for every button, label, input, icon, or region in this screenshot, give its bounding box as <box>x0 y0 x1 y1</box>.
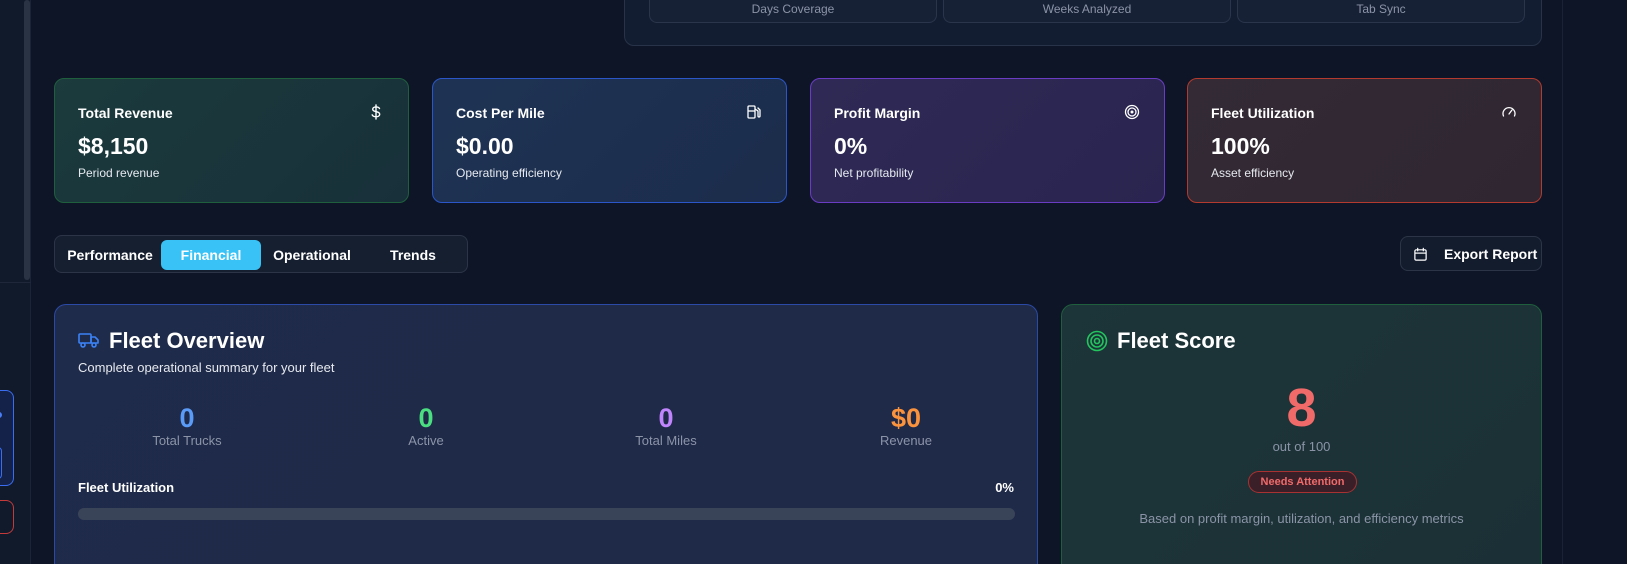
stat-total-miles: 0 Total Miles <box>546 401 786 448</box>
fleet-score-out-of: out of 100 <box>1272 439 1331 454</box>
kpi-value: 0% <box>834 133 868 159</box>
kpi-cost-per-mile: Cost Per Mile $0.00 Operating efficiency <box>432 78 787 203</box>
kpi-total-revenue: Total Revenue $8,150 Period revenue <box>54 78 409 203</box>
export-report-button[interactable]: Export Report <box>1400 236 1542 271</box>
stat-active: 0 Active <box>306 401 546 448</box>
fleet-score-title: Fleet Score <box>1117 328 1236 353</box>
stat-label: Active <box>408 433 444 448</box>
kpi-value: 100% <box>1211 133 1270 159</box>
calendar-icon <box>1414 247 1427 261</box>
stat-label: Tab Sync <box>1356 2 1406 16</box>
sidebar-alert-fragment[interactable] <box>0 500 14 534</box>
sidebar <box>0 0 31 564</box>
kpi-label: Fleet Utilization <box>1211 105 1315 121</box>
kpi-label: Cost Per Mile <box>456 105 545 121</box>
fleet-utilization-value: 0% <box>995 480 1014 495</box>
fleet-utilization-label: Fleet Utilization <box>78 480 175 495</box>
kpi-fleet-utilization: Fleet Utilization 100% Asset efficiency <box>1187 78 1542 203</box>
stat-days-coverage: Days Coverage <box>649 0 937 23</box>
stat-weeks-analyzed: Weeks Analyzed <box>943 0 1231 23</box>
summary-card: Days Coverage Weeks Analyzed Tab Sync <box>624 0 1542 46</box>
fleet-score-card: Fleet Score 8 out of 100 Needs Attention… <box>1061 304 1542 564</box>
stat-value: 0 <box>418 403 434 433</box>
sidebar-button-fragment[interactable] <box>0 447 2 479</box>
stat-revenue: $0 Revenue <box>786 401 1026 448</box>
tab-performance[interactable]: Performance <box>59 240 161 270</box>
fleet-score-value: 8 <box>1286 378 1317 438</box>
report-tabs: Performance Financial Operational Trends <box>54 235 468 273</box>
fuel-icon <box>747 105 761 119</box>
fleet-score-note: Based on profit margin, utilization, and… <box>1139 511 1464 526</box>
stat-label: Days Coverage <box>751 2 835 16</box>
sidebar-scrollbar[interactable] <box>24 0 30 280</box>
page-scrollbar[interactable] <box>1562 0 1563 564</box>
stat-label: Total Trucks <box>152 433 222 448</box>
gauge-icon <box>1502 106 1516 117</box>
status-badge: Needs Attention <box>1248 471 1357 493</box>
stat-tab-sync: Tab Sync <box>1237 0 1525 23</box>
stat-label: Weeks Analyzed <box>1042 2 1132 16</box>
fleet-overview-card: Fleet Overview Complete operational summ… <box>54 304 1038 564</box>
tab-operational[interactable]: Operational <box>261 240 363 270</box>
fleet-overview-title: Fleet Overview <box>109 328 265 353</box>
kpi-sub: Net profitability <box>834 166 914 180</box>
kpi-profit-margin: Profit Margin 0% Net profitability <box>810 78 1165 203</box>
truck-icon <box>78 333 99 348</box>
kpi-label: Total Revenue <box>78 105 173 121</box>
target-icon <box>1124 104 1140 120</box>
kpi-label: Profit Margin <box>834 105 921 121</box>
kpi-value: $8,150 <box>78 133 149 159</box>
tab-financial[interactable]: Financial <box>161 240 261 270</box>
fleet-overview-subtitle: Complete operational summary for your fl… <box>78 360 335 375</box>
kpi-sub: Operating efficiency <box>456 166 562 180</box>
tab-trends[interactable]: Trends <box>363 240 463 270</box>
kpi-sub: Period revenue <box>78 166 160 180</box>
kpi-value: $0.00 <box>456 133 514 159</box>
sidebar-divider <box>0 282 31 283</box>
kpi-sub: Asset efficiency <box>1211 166 1295 180</box>
stat-value: $0 <box>890 403 922 433</box>
dollar-icon <box>371 104 381 120</box>
stat-label: Revenue <box>879 433 933 448</box>
fleet-utilization-bar <box>78 508 1015 520</box>
stat-label: Total Miles <box>635 433 697 448</box>
stat-value: 0 <box>658 403 674 433</box>
stat-total-trucks: 0 Total Trucks <box>67 401 307 448</box>
sidebar-card-fragment[interactable] <box>0 390 14 486</box>
target-icon <box>1086 330 1108 352</box>
export-report-label: Export Report <box>1444 246 1538 262</box>
stat-value: 0 <box>179 403 195 433</box>
